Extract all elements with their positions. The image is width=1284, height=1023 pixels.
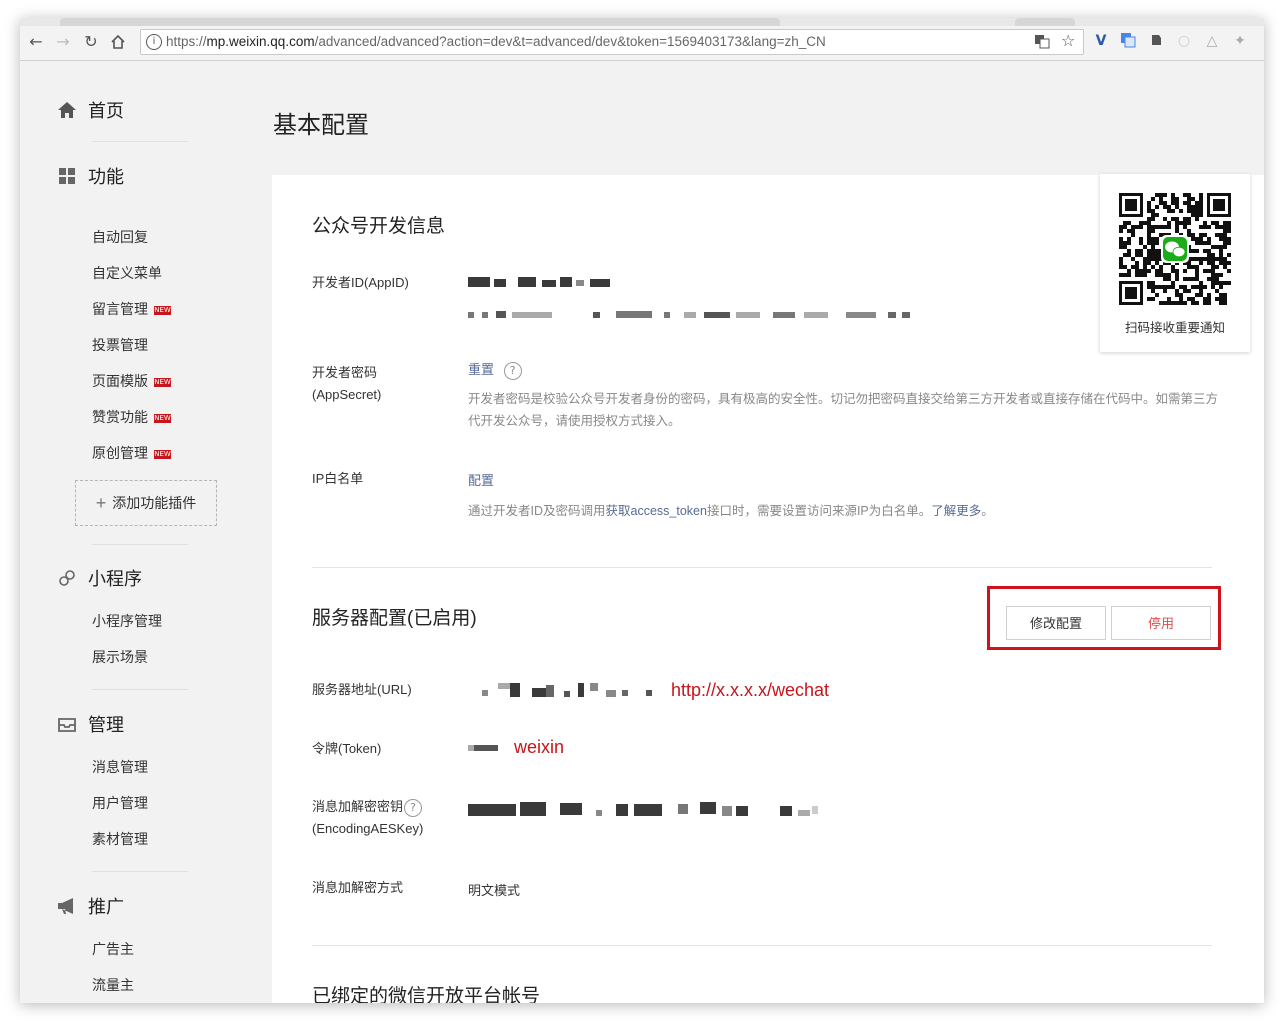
encryption-mode-label: 消息加解密方式 <box>312 880 404 895</box>
appid-value-redacted <box>468 311 918 319</box>
google-translate-icon[interactable] <box>1119 32 1137 50</box>
sidebar-section-promotion: 推广 <box>56 893 124 919</box>
aeskey-redacted <box>468 802 828 816</box>
sidebar-item-message-management[interactable]: 消息管理 <box>92 757 148 777</box>
sidebar-item-advertiser[interactable]: 广告主 <box>92 939 134 959</box>
sidebar-item-display-scenes[interactable]: 展示场景 <box>92 647 148 667</box>
browser-tab[interactable] <box>1015 18 1075 26</box>
megaphone-icon <box>56 895 78 917</box>
section-divider <box>312 945 1212 946</box>
home-icon[interactable] <box>107 31 129 53</box>
sidebar-divider <box>92 871 188 872</box>
appsecret-controls: 重置 ? <box>468 359 522 380</box>
tab-strip <box>20 18 1264 26</box>
sidebar-item-mini-program-management[interactable]: 小程序管理 <box>92 611 162 631</box>
grid-icon <box>56 165 78 187</box>
reload-icon[interactable]: ↻ <box>80 31 102 53</box>
qr-code-card[interactable]: 扫码接收重要通知 <box>1100 174 1250 352</box>
add-plugin-button[interactable]: + 添加功能插件 <box>75 480 217 526</box>
translate-icon[interactable] <box>1034 33 1050 53</box>
sidebar-home-label: 首页 <box>88 101 124 121</box>
sidebar-promotion-label: 推广 <box>88 897 124 917</box>
sidebar-features-label: 功能 <box>88 167 124 187</box>
sidebar-item-page-templates[interactable]: 页面模版 NEW <box>92 371 171 391</box>
access-token-link[interactable]: 获取access_token <box>606 504 707 518</box>
sidebar-item-user-management[interactable]: 用户管理 <box>92 793 148 813</box>
browser-tab[interactable] <box>60 18 780 26</box>
appid-value-redacted <box>468 277 618 289</box>
page: 首页 功能 自动回复 自定义菜单 留言管理 NEW 投票管理 页面模版 NEW 赞赏… <box>20 61 1264 1003</box>
sidebar-section-management: 管理 <box>56 711 124 737</box>
reset-secret-link[interactable]: 重置 <box>468 362 494 377</box>
sidebar-item-material-management[interactable]: 素材管理 <box>92 829 148 849</box>
back-icon[interactable]: ← <box>25 31 47 53</box>
sidebar-home[interactable]: 首页 <box>56 97 124 123</box>
token-label: 令牌(Token) <box>312 741 382 756</box>
help-icon[interactable]: ? <box>404 798 423 817</box>
sidebar-divider <box>92 689 188 690</box>
sidebar-mini-program-label: 小程序 <box>88 569 142 589</box>
mini-program-icon <box>56 567 78 589</box>
help-icon[interactable]: ? <box>503 361 522 380</box>
dev-info-title: 公众号开发信息 <box>312 216 446 237</box>
server-url-redacted <box>482 683 662 697</box>
star-icon[interactable]: ☆ <box>1061 31 1075 50</box>
extension-icon[interactable]: △ <box>1203 32 1221 50</box>
new-badge: NEW <box>154 449 171 459</box>
home-icon <box>56 99 78 121</box>
forward-icon[interactable]: → <box>52 31 74 53</box>
inbox-icon <box>56 713 78 735</box>
encryption-mode-value: 明文模式 <box>468 883 521 898</box>
new-badge: NEW <box>154 305 171 315</box>
token-redacted <box>468 745 502 753</box>
appsecret-description: 开发者密码是校验公众号开发者身份的密码，具有极高的安全性。切记勿把密码直接交给第… <box>468 392 1219 428</box>
sidebar-section-mini-program: 小程序 <box>56 565 142 591</box>
site-info-icon[interactable]: i <box>146 34 162 50</box>
new-badge: NEW <box>154 413 171 423</box>
plus-icon: + <box>95 493 107 513</box>
sidebar-item-auto-reply[interactable]: 自动回复 <box>92 227 148 247</box>
disable-button[interactable]: 停用 <box>1111 606 1211 640</box>
server-config-title: 服务器配置(已启用) <box>312 608 477 629</box>
address-bar[interactable]: i https://mp.weixin.qq.com/advanced/adva… <box>140 29 1084 55</box>
page-title: 基本配置 <box>273 112 369 139</box>
sidebar-item-original-management[interactable]: 原创管理 NEW <box>92 443 171 463</box>
url-annotation: http://x.x.x.x/wechat <box>671 680 830 700</box>
aeskey-label: 消息加解密密钥? (EncodingAESKey) <box>312 798 424 836</box>
sidebar-divider <box>92 141 188 142</box>
ip-whitelist-label: IP白名单 <box>312 471 364 486</box>
new-badge: NEW <box>154 377 171 387</box>
highlight-box: 修改配置 停用 <box>987 586 1221 650</box>
modify-config-button[interactable]: 修改配置 <box>1006 606 1106 640</box>
evernote-icon[interactable] <box>1147 32 1165 50</box>
qr-code-image <box>1119 193 1231 305</box>
sidebar: 首页 功能 自动回复 自定义菜单 留言管理 NEW 投票管理 页面模版 NEW 赞赏… <box>20 61 260 1003</box>
section-divider <box>312 567 1212 568</box>
bound-platform-title: 已绑定的微信开放平台帐号 <box>312 986 541 1003</box>
qr-caption: 扫码接收重要通知 <box>1124 321 1225 335</box>
vue-icon[interactable]: V <box>1092 32 1110 50</box>
sidebar-management-label: 管理 <box>88 715 124 735</box>
url-text: https://mp.weixin.qq.com/advanced/advanc… <box>166 34 826 49</box>
sidebar-section-features: 功能 <box>56 163 124 189</box>
token-annotation: weixin <box>514 737 565 757</box>
sidebar-item-custom-menu[interactable]: 自定义菜单 <box>92 263 162 283</box>
sidebar-item-comment-management[interactable]: 留言管理 NEW <box>92 299 171 319</box>
browser-toolbar: ← → ↻ i https://mp.weixin.qq.com/advance… <box>20 26 1264 61</box>
ip-whitelist-description: 通过开发者ID及密码调用获取access_token接口时，需要设置访问来源IP… <box>468 504 994 518</box>
sidebar-divider <box>92 544 188 545</box>
browser-window: ← → ↻ i https://mp.weixin.qq.com/advance… <box>20 18 1264 1003</box>
server-url-label: 服务器地址(URL) <box>312 682 412 697</box>
sidebar-item-publisher[interactable]: 流量主 <box>92 975 134 995</box>
sidebar-item-reward[interactable]: 赞赏功能 NEW <box>92 407 171 427</box>
appid-label: 开发者ID(AppID) <box>312 275 409 290</box>
appsecret-label: 开发者密码 (AppSecret) <box>312 365 382 402</box>
extension-icon[interactable]: ✦ <box>1231 32 1249 50</box>
extension-icon[interactable]: ○ <box>1175 32 1193 50</box>
ip-config-link[interactable]: 配置 <box>468 470 494 489</box>
sidebar-item-vote-management[interactable]: 投票管理 <box>92 335 148 355</box>
learn-more-link[interactable]: 了解更多 <box>931 504 981 518</box>
